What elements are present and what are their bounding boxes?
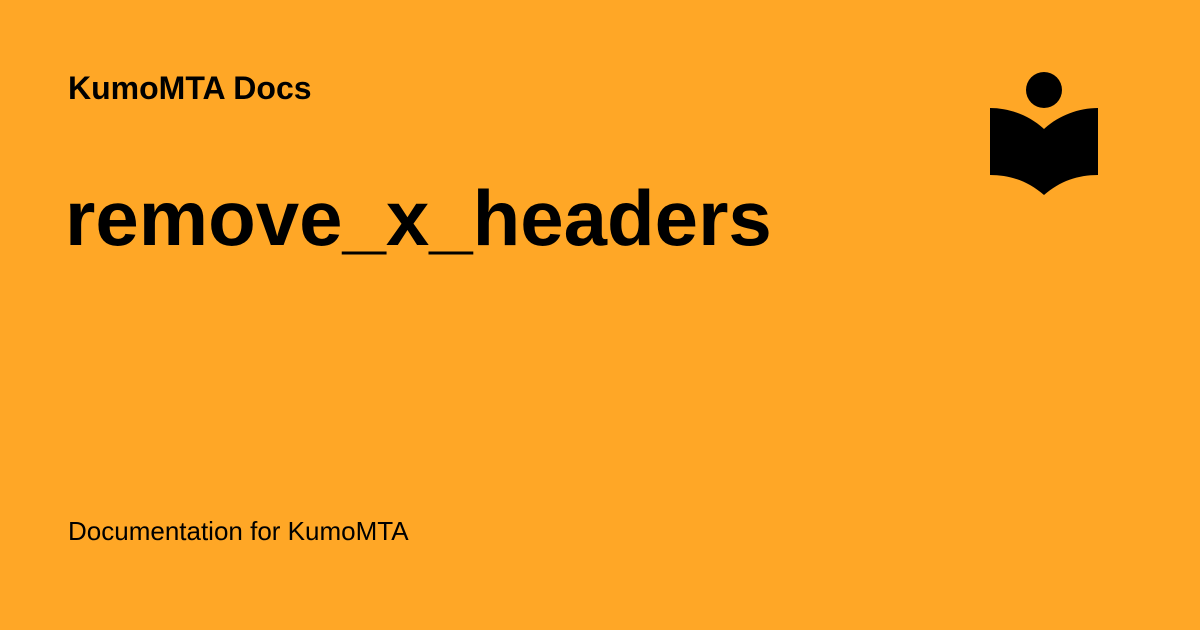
site-name: KumoMTA Docs <box>68 70 312 106</box>
book-reader-icon <box>990 71 1098 196</box>
page-title: remove_x_headers <box>65 174 772 262</box>
site-description: Documentation for KumoMTA <box>68 516 409 546</box>
social-card: KumoMTA Docs remove_x_headers Documentat… <box>0 0 1200 630</box>
